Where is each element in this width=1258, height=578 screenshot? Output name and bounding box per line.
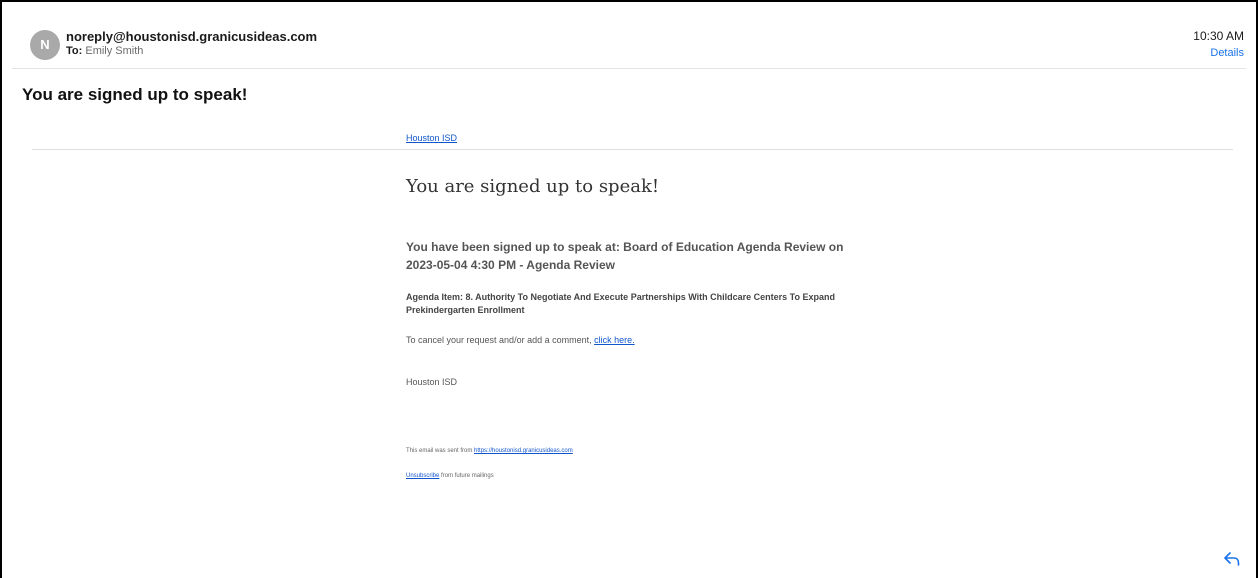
reply-icon[interactable] bbox=[1224, 552, 1240, 566]
signature: Houston ISD bbox=[406, 377, 458, 387]
granicus-url-link[interactable]: https://houstonisd.granicusideas.com bbox=[474, 448, 573, 454]
email-window: N noreply@houstonisd.granicusideas.com T… bbox=[0, 0, 1258, 578]
email-subject: You are signed up to speak! bbox=[22, 85, 248, 104]
agenda-item: Agenda Item: 8. Authority To Negotiate A… bbox=[406, 292, 835, 315]
body-heading: You are signed up to speak! bbox=[406, 176, 660, 197]
to-label: To: bbox=[66, 45, 83, 57]
unsubscribe-link[interactable]: Unsubscribe bbox=[406, 473, 439, 479]
recipient-line: To: Emily Smith bbox=[66, 45, 143, 57]
unsubscribe-text: from future mailings bbox=[441, 473, 494, 479]
details-link[interactable]: Details bbox=[1210, 47, 1244, 59]
email-header: N noreply@houstonisd.granicusideas.com T… bbox=[12, 2, 1246, 69]
signup-details: You have been signed up to speak at: Boa… bbox=[406, 240, 844, 272]
footer-sent-from: This email was sent from https://houston… bbox=[406, 448, 573, 454]
cancel-instructions: To cancel your request and/or add a comm… bbox=[406, 335, 635, 345]
footer-sent-text: This email was sent from bbox=[406, 448, 473, 454]
divider bbox=[32, 149, 1233, 150]
cancel-text: To cancel your request and/or add a comm… bbox=[406, 335, 592, 345]
recipient-name: Emily Smith bbox=[85, 45, 144, 57]
footer-unsubscribe: Unsubscribe from future mailings bbox=[406, 473, 494, 479]
sender-address: noreply@houstonisd.granicusideas.com bbox=[66, 29, 318, 44]
avatar: N bbox=[30, 30, 60, 60]
received-time: 10:30 AM bbox=[1193, 29, 1244, 43]
houston-isd-link[interactable]: Houston ISD bbox=[406, 133, 457, 143]
click-here-link[interactable]: click here. bbox=[594, 335, 635, 345]
